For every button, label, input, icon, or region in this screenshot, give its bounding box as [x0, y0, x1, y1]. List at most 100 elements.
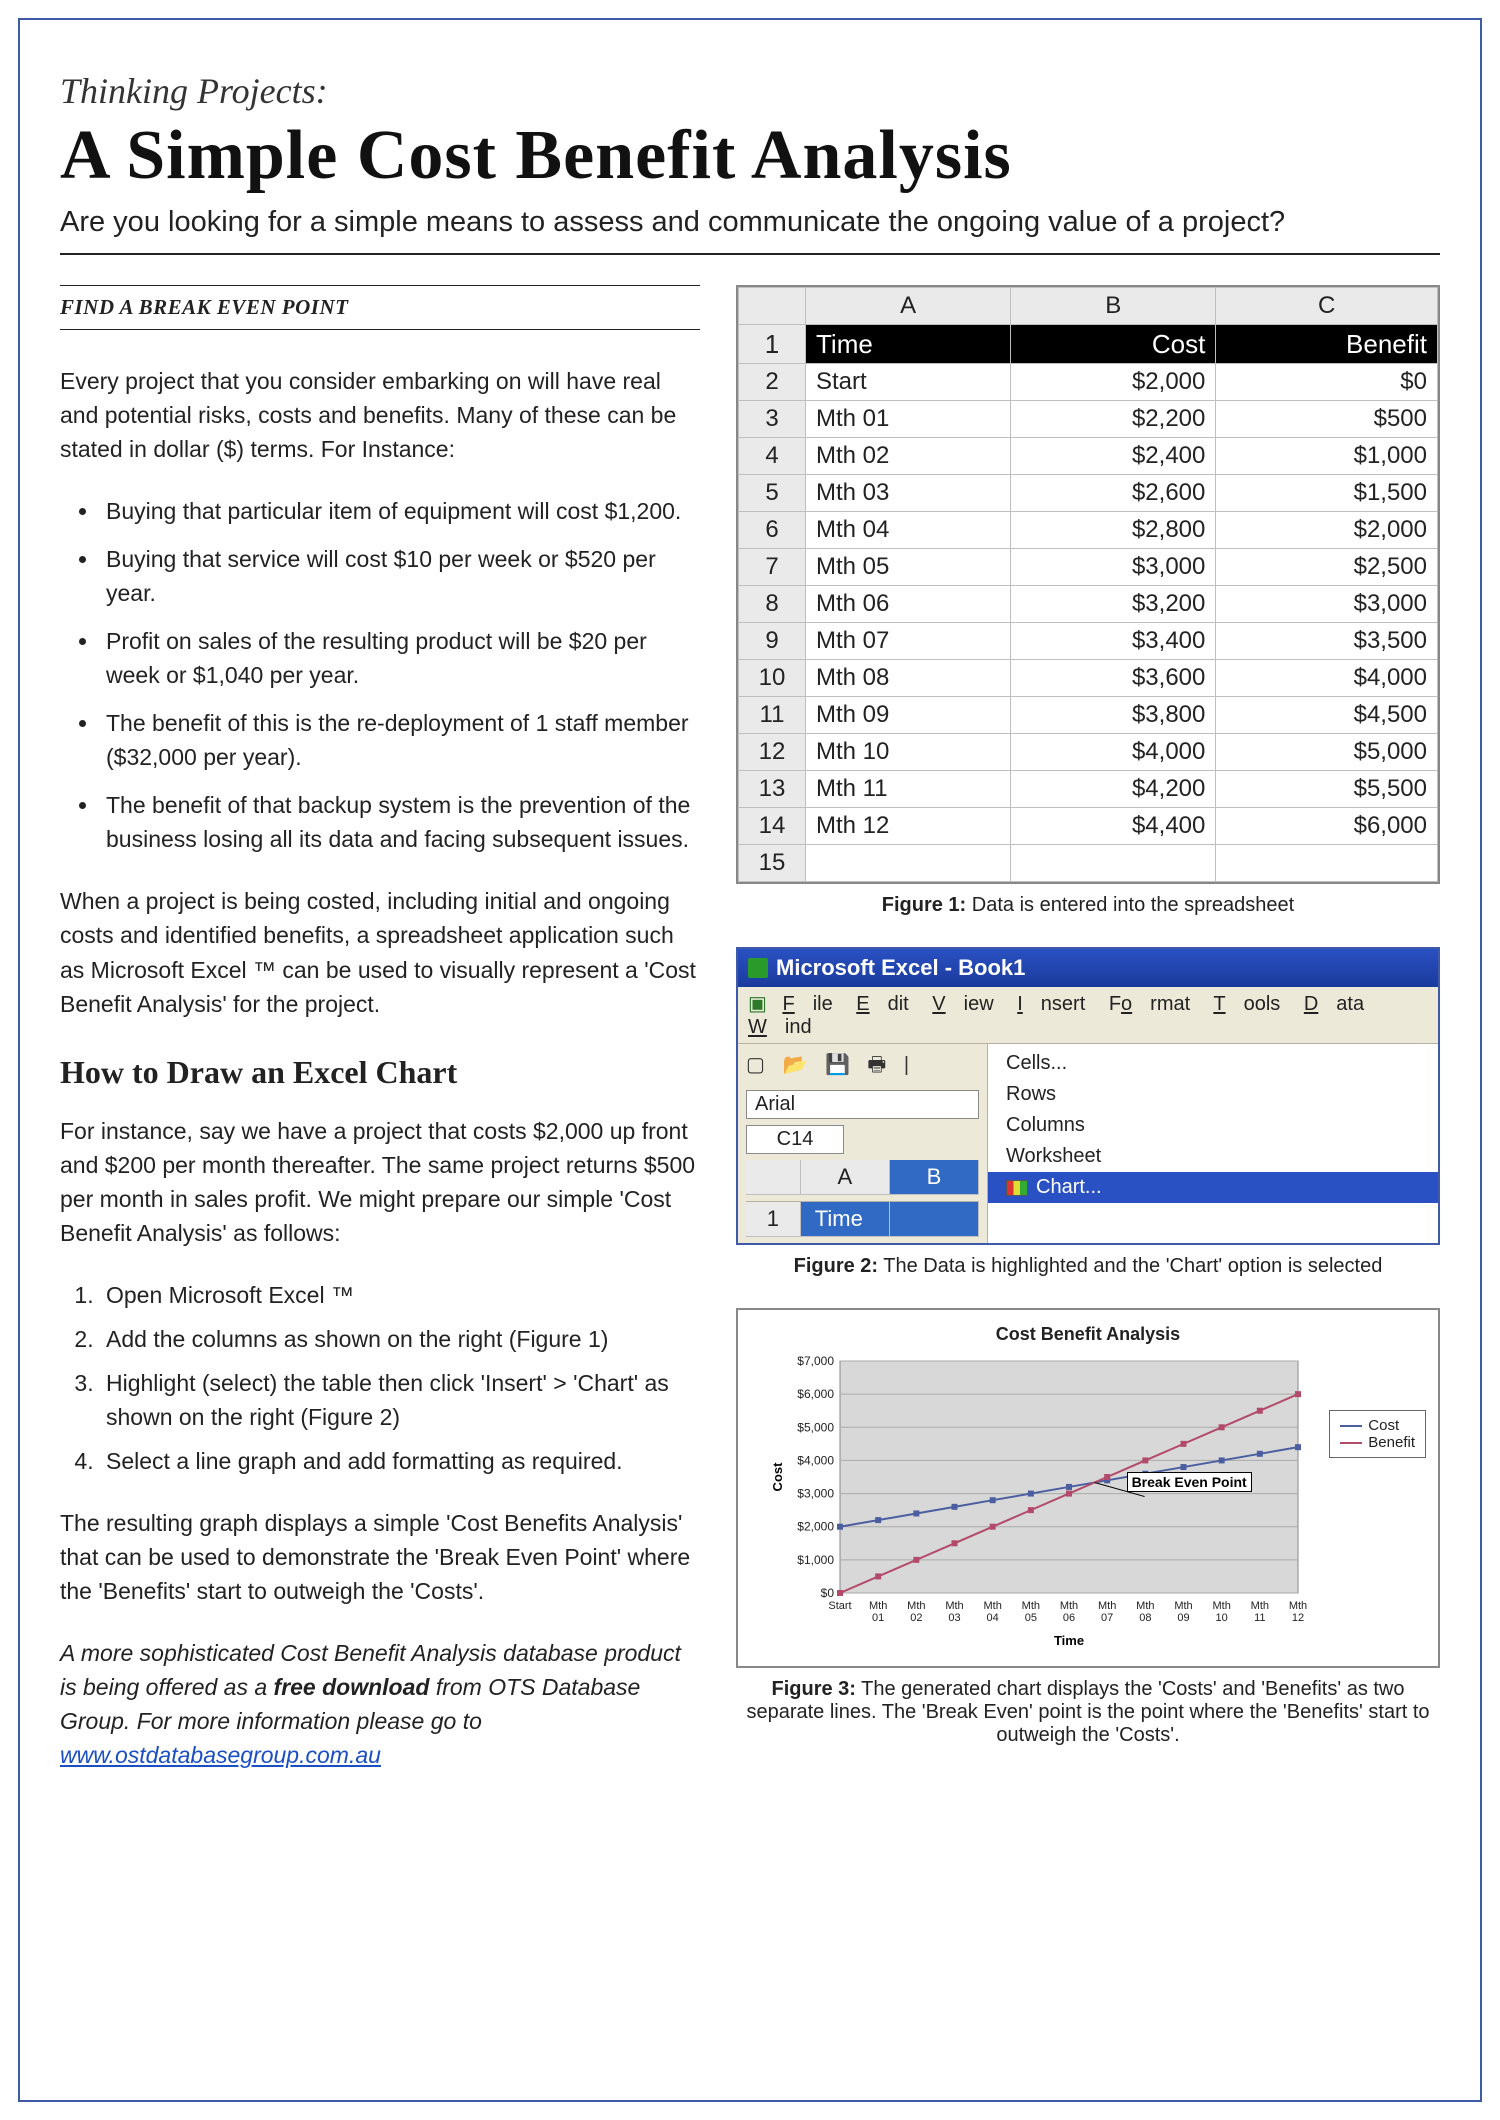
- result-paragraph: The resulting graph displays a simple 'C…: [60, 1506, 700, 1608]
- svg-text:Mth: Mth: [983, 1600, 1001, 1612]
- menu-item-cells[interactable]: Cells...: [988, 1048, 1438, 1079]
- cell: Mth 05: [806, 549, 1011, 586]
- chart-svg: $0$1,000$2,000$3,000$4,000$5,000$6,000$7…: [768, 1351, 1408, 1651]
- header: Thinking Projects: A Simple Cost Benefit…: [60, 70, 1440, 255]
- list-item: The benefit of this is the re-deployment…: [100, 706, 700, 774]
- bullet-list: Buying that particular item of equipment…: [60, 494, 700, 856]
- row-number: 14: [739, 808, 806, 845]
- menu-insert[interactable]: Insert: [1017, 993, 1085, 1015]
- svg-text:$2,000: $2,000: [797, 1520, 834, 1534]
- columns: FIND A BREAK EVEN POINT Every project th…: [60, 285, 1440, 1800]
- menu-item-rows[interactable]: Rows: [988, 1079, 1438, 1110]
- chart-legend: Cost Benefit: [1329, 1410, 1426, 1458]
- cell: $3,200: [1011, 586, 1216, 623]
- table-row: 3Mth 01$2,200$500: [739, 401, 1438, 438]
- menu-window[interactable]: Wind: [748, 1016, 812, 1038]
- svg-text:Mth: Mth: [945, 1600, 963, 1612]
- caption-text: The Data is highlighted and the 'Chart' …: [878, 1255, 1382, 1277]
- worksheet-icon: ▣: [748, 993, 767, 1015]
- chart-title: Cost Benefit Analysis: [748, 1324, 1428, 1345]
- cell: Time: [801, 1202, 890, 1237]
- figure3-caption: Figure 3: The generated chart displays t…: [736, 1678, 1440, 1747]
- figure2-caption: Figure 2: The Data is highlighted and th…: [736, 1255, 1440, 1278]
- col-header: A: [806, 288, 1011, 325]
- svg-text:01: 01: [872, 1612, 884, 1624]
- header-cell: Time: [806, 325, 1011, 364]
- row-number: 8: [739, 586, 806, 623]
- menu-item-columns[interactable]: Columns: [988, 1110, 1438, 1141]
- window-title: Microsoft Excel - Book1: [776, 955, 1025, 981]
- titlebar: Microsoft Excel - Book1: [738, 949, 1438, 987]
- table-row: 15: [739, 845, 1438, 882]
- svg-text:$5,000: $5,000: [797, 1420, 834, 1434]
- insert-menu-open: Cells... Rows Columns Worksheet Chart...: [988, 1044, 1438, 1243]
- footnote-link[interactable]: www.ostdatabasegroup.com.au: [60, 1742, 381, 1768]
- col-header: C: [1216, 288, 1438, 325]
- menu-file[interactable]: File: [782, 993, 832, 1015]
- menu-data[interactable]: Data: [1304, 993, 1364, 1015]
- table-row: 11Mth 09$3,800$4,500: [739, 697, 1438, 734]
- menu-item-chart[interactable]: Chart...: [988, 1172, 1438, 1203]
- new-icon[interactable]: ▢: [746, 1054, 771, 1076]
- font-selector[interactable]: Arial: [746, 1090, 979, 1119]
- row-number: 10: [739, 660, 806, 697]
- svg-text:$6,000: $6,000: [797, 1387, 834, 1401]
- print-icon[interactable]: 🖶: [867, 1054, 892, 1076]
- svg-text:09: 09: [1177, 1612, 1189, 1624]
- cell: $2,800: [1011, 512, 1216, 549]
- mini-grid: A B: [746, 1160, 979, 1195]
- svg-text:Mth: Mth: [1289, 1600, 1307, 1612]
- cell: Mth 10: [806, 734, 1011, 771]
- cell: $4,200: [1011, 771, 1216, 808]
- toolbar-row: ▢ 📂 💾 🖶 | Arial C14 A B: [738, 1044, 1438, 1243]
- left-column: FIND A BREAK EVEN POINT Every project th…: [60, 285, 700, 1800]
- cell: $3,800: [1011, 697, 1216, 734]
- table-row: 6Mth 04$2,800$2,000: [739, 512, 1438, 549]
- cell: $2,200: [1011, 401, 1216, 438]
- row-number: 4: [739, 438, 806, 475]
- toolbar-icons: ▢ 📂 💾 🖶 |: [746, 1050, 979, 1084]
- menu-format[interactable]: Format: [1109, 993, 1190, 1015]
- table-row: 2Start$2,000$0: [739, 364, 1438, 401]
- svg-text:Time: Time: [1054, 1633, 1084, 1648]
- cell: $2,500: [1216, 549, 1438, 586]
- cell: $0: [1216, 364, 1438, 401]
- footnote: A more sophisticated Cost Benefit Analys…: [60, 1636, 700, 1772]
- svg-text:Mth: Mth: [1136, 1600, 1154, 1612]
- menu-edit[interactable]: Edit: [856, 993, 908, 1015]
- legend-item: Benefit: [1340, 1434, 1415, 1451]
- header-row: 1 Time Cost Benefit: [739, 325, 1438, 364]
- list-item: Buying that particular item of equipment…: [100, 494, 700, 528]
- table-row: 13Mth 11$4,200$5,500: [739, 771, 1438, 808]
- cell: Mth 11: [806, 771, 1011, 808]
- kicker: Thinking Projects:: [60, 70, 1440, 112]
- col-header: B: [890, 1160, 979, 1195]
- row-number: 6: [739, 512, 806, 549]
- menubar: ▣ File Edit View Insert Format Tools Dat…: [738, 987, 1438, 1044]
- legend-swatch: [1340, 1425, 1362, 1427]
- caption-text: Data is entered into the spreadsheet: [966, 894, 1294, 916]
- table-row: 9Mth 07$3,400$3,500: [739, 623, 1438, 660]
- how-heading: How to Draw an Excel Chart: [60, 1049, 700, 1096]
- cell: $4,400: [1011, 808, 1216, 845]
- cell: Mth 08: [806, 660, 1011, 697]
- list-item: Add the columns as shown on the right (F…: [100, 1322, 700, 1356]
- menu-item-worksheet[interactable]: Worksheet: [988, 1141, 1438, 1172]
- menu-tools[interactable]: Tools: [1213, 993, 1280, 1015]
- row-number: 9: [739, 623, 806, 660]
- svg-text:$4,000: $4,000: [797, 1453, 834, 1467]
- header-cell: Benefit: [1216, 325, 1438, 364]
- cell: $2,000: [1216, 512, 1438, 549]
- menu-view[interactable]: View: [932, 993, 993, 1015]
- cell: $6,000: [1216, 808, 1438, 845]
- list-item: Profit on sales of the resulting product…: [100, 624, 700, 692]
- how-intro-paragraph: For instance, say we have a project that…: [60, 1114, 700, 1250]
- svg-text:11: 11: [1254, 1612, 1265, 1624]
- col-header: A: [801, 1160, 890, 1195]
- open-icon[interactable]: 📂: [782, 1054, 813, 1076]
- save-icon[interactable]: 💾: [825, 1054, 856, 1076]
- list-item: Buying that service will cost $10 per we…: [100, 542, 700, 610]
- svg-text:$0: $0: [821, 1586, 835, 1600]
- name-box[interactable]: C14: [746, 1125, 844, 1154]
- col-header: B: [1011, 288, 1216, 325]
